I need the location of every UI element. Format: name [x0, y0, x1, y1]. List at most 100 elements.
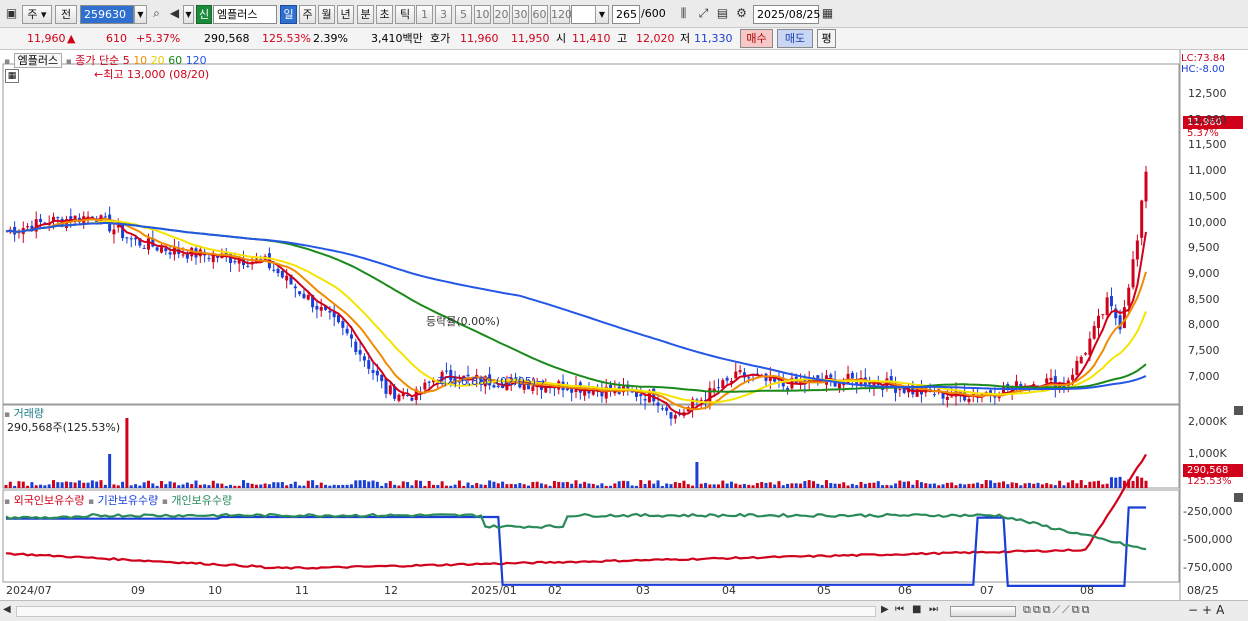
volume-bar	[647, 480, 651, 488]
panel-handle-icon[interactable]: ▪	[162, 497, 168, 507]
volume-bar	[203, 484, 207, 488]
panel-handle-icon[interactable]: ▪	[88, 497, 94, 507]
candle-body	[1075, 360, 1079, 375]
period-button-0[interactable]: 일	[280, 5, 297, 24]
market-select[interactable]: 주 ▾	[22, 5, 52, 24]
count-input[interactable]: 265	[612, 5, 640, 24]
period-button-6[interactable]: 틱	[395, 5, 415, 24]
speaker-icon[interactable]: ◀	[166, 5, 183, 22]
candle-body	[272, 269, 276, 271]
volume-bar	[349, 484, 353, 488]
interval-button-1[interactable]: 1	[416, 5, 433, 24]
volume-bar	[1049, 484, 1053, 488]
save-icon[interactable]: ▤	[714, 5, 731, 22]
volume-bar	[984, 480, 988, 488]
panel-handle-icon[interactable]: ▪	[66, 57, 72, 67]
candle-body	[643, 399, 647, 401]
interval-button-60[interactable]: 60	[531, 5, 548, 24]
speaker-dropdown[interactable]: ▼	[183, 5, 194, 24]
chart-area[interactable]	[0, 50, 1248, 600]
volume-bar	[263, 483, 267, 488]
trendline-icon[interactable]: ⤢	[695, 5, 712, 22]
code-dropdown-button[interactable]: ▼	[134, 5, 147, 24]
volume-value: 290,568	[204, 32, 250, 45]
buy-button[interactable]: 매수	[740, 29, 773, 48]
volume-bar	[1032, 483, 1036, 488]
volume-bar	[868, 482, 872, 488]
volume-bar	[475, 483, 479, 488]
period-button-4[interactable]: 분	[357, 5, 374, 24]
scope-button[interactable]: 전	[55, 5, 77, 24]
candle-body	[388, 385, 392, 395]
period-button-3[interactable]: 년	[337, 5, 354, 24]
interval-button-20[interactable]: 20	[493, 5, 510, 24]
volume-bar	[509, 483, 513, 488]
volume-bar	[483, 484, 487, 488]
candle-type-icon[interactable]: ⫼	[675, 5, 692, 22]
volume-bar	[224, 485, 228, 488]
panel-close-icon[interactable]	[1234, 493, 1243, 502]
zoom-controls-icon[interactable]: −+A	[1188, 603, 1228, 617]
zoom-slider[interactable]	[950, 606, 1016, 617]
candle-body	[125, 237, 129, 239]
eval-button[interactable]: 평	[817, 29, 836, 48]
candle-body	[717, 387, 720, 389]
stock-code-input[interactable]: 259630	[80, 5, 134, 24]
hc-label: HC:-8.00	[1181, 64, 1225, 75]
scroll-left-arrow-icon[interactable]: ◀	[3, 604, 11, 615]
volume-bar	[928, 483, 932, 488]
candle-body	[341, 321, 345, 328]
panel-handle-icon[interactable]: ▪	[4, 57, 10, 67]
interval-button-3[interactable]: 3	[435, 5, 452, 24]
horizontal-scrollbar[interactable]	[16, 606, 876, 617]
volume-bar	[561, 482, 565, 488]
candle-body	[285, 275, 289, 281]
current-price: 11,960	[27, 32, 66, 45]
interval-button-5[interactable]: 5	[455, 5, 472, 24]
volume-bar	[734, 483, 738, 488]
grid-toggle-icon[interactable]: ▦	[5, 69, 19, 83]
volume-bar	[427, 480, 431, 488]
candle-body	[1101, 314, 1105, 316]
volume-bar	[522, 484, 526, 488]
volume-bar	[129, 485, 133, 488]
volume-bar	[116, 485, 120, 488]
last-page-icon[interactable]: ⏭	[929, 604, 938, 615]
interval-button-10[interactable]: 10	[474, 5, 491, 24]
first-page-icon[interactable]: ⏮	[895, 604, 904, 615]
candle-body	[945, 396, 949, 401]
volume-bar	[73, 482, 77, 488]
volume-bar	[21, 481, 25, 488]
drawing-tools-icon[interactable]: ⧉⧉⧉⟋⟋⧉⧉	[1023, 603, 1091, 617]
panel-handle-icon[interactable]: ▪	[4, 497, 10, 507]
sell-button[interactable]: 매도	[777, 29, 813, 48]
panel-close-icon[interactable]	[1234, 406, 1243, 415]
layout-icon[interactable]: ▣	[3, 5, 20, 22]
period-button-5[interactable]: 초	[376, 5, 393, 24]
volume-bar	[742, 484, 746, 488]
candle-body	[315, 305, 319, 310]
date-input[interactable]: 2025/08/25	[753, 5, 820, 24]
gear-icon[interactable]: ⚙	[733, 5, 750, 22]
volume-ratio: 125.53%	[262, 32, 311, 45]
price-ytick: 12,000	[1188, 112, 1227, 126]
open-price: 11,410	[572, 32, 611, 45]
holding-ytick-250k: -250,000	[1183, 505, 1233, 518]
volume-bar	[617, 481, 621, 488]
x-axis-label: 12	[384, 584, 398, 597]
stock-name-field[interactable]: 엠플러스	[213, 5, 277, 24]
search-icon[interactable]: ⌕	[148, 5, 165, 22]
volume-bar	[665, 483, 669, 488]
period-button-1[interactable]: 주	[299, 5, 316, 24]
candle-body	[129, 238, 133, 240]
interval-button-30[interactable]: 30	[512, 5, 529, 24]
stop-icon[interactable]: ■	[912, 604, 921, 615]
volume-bar	[1062, 485, 1066, 488]
price-panel-title[interactable]: 엠플러스	[13, 53, 63, 68]
calendar-icon[interactable]: ▦	[819, 5, 836, 22]
interval-dropdown[interactable]: ▼	[595, 5, 609, 24]
scroll-right-arrow-icon[interactable]: ▶	[881, 604, 889, 615]
chart-canvas[interactable]	[0, 50, 1248, 600]
period-button-2[interactable]: 월	[318, 5, 335, 24]
interval-button-120[interactable]: 120	[550, 5, 572, 24]
